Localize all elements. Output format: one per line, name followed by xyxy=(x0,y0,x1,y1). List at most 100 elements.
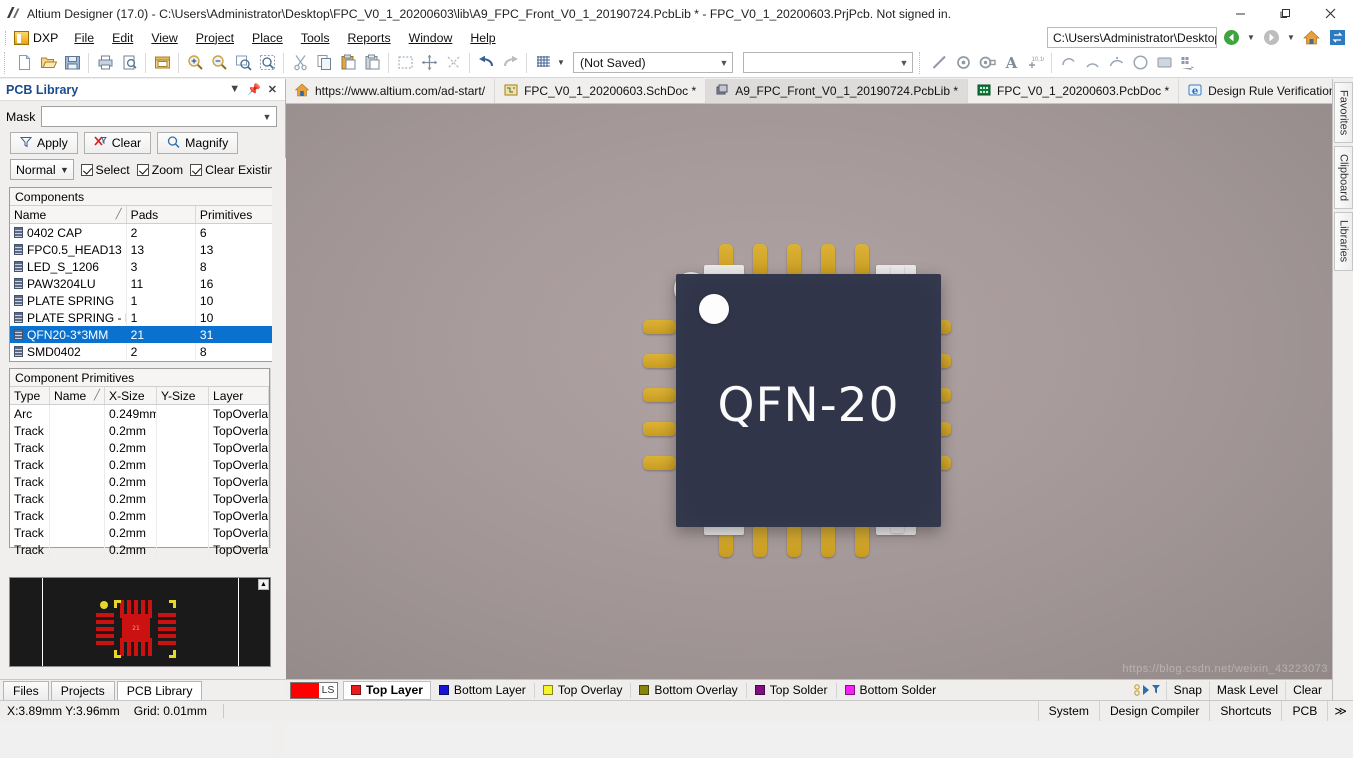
component-row[interactable]: LED_S_1206 3 8 xyxy=(10,258,275,275)
refresh-button[interactable] xyxy=(1325,26,1349,50)
menu-item-view[interactable]: View xyxy=(142,29,186,47)
second-combo-arrow[interactable]: ▼ xyxy=(896,58,912,68)
dock-tab-favorites[interactable]: Favorites xyxy=(1334,82,1353,144)
zoom-out-icon[interactable] xyxy=(207,51,231,75)
paste-special-icon[interactable] xyxy=(360,51,384,75)
mask-input[interactable]: ▼ xyxy=(41,106,277,127)
primitive-row[interactable]: Track 0.2mm TopOverla xyxy=(10,507,269,524)
apply-button[interactable]: Apply xyxy=(10,132,78,154)
doctab-pcblib[interactable]: A9_FPC_Front_V0_1_20190724.PcbLib * xyxy=(706,79,969,103)
place-fill-icon[interactable] xyxy=(1152,51,1176,75)
checkbox-clear-existing[interactable]: Clear Existing xyxy=(190,163,281,177)
pin-bottom-2[interactable] xyxy=(753,524,767,557)
layer-tab-top-solder[interactable]: Top Solder xyxy=(747,681,836,700)
component-row[interactable]: PAW3204LU 11 16 xyxy=(10,275,275,292)
pin-left-3[interactable] xyxy=(643,388,676,402)
panel-pin-icon[interactable]: 📌 xyxy=(247,83,261,96)
panel-close-icon[interactable]: ✕ xyxy=(268,83,277,96)
dock-tab-clipboard[interactable]: Clipboard xyxy=(1334,146,1353,210)
variant-combo[interactable]: (Not Saved) ▼ xyxy=(573,52,733,73)
primitive-row[interactable]: Track 0.2mm TopOverla xyxy=(10,422,269,439)
place-arc-any-icon[interactable] xyxy=(1104,51,1128,75)
maximize-button[interactable] xyxy=(1263,0,1308,27)
status-overflow-icon[interactable]: ≫ xyxy=(1327,701,1353,721)
place-arc-edge-icon[interactable] xyxy=(1080,51,1104,75)
open-document-icon[interactable] xyxy=(36,51,60,75)
select-area-icon[interactable] xyxy=(393,51,417,75)
checkbox-clear-existing-box[interactable] xyxy=(190,163,203,176)
primitive-row[interactable]: Track 0.2mm TopOverla xyxy=(10,524,269,541)
checkbox-zoom[interactable]: Zoom xyxy=(136,163,183,177)
new-document-icon[interactable] xyxy=(12,51,36,75)
mode-select[interactable]: Normal ▼ xyxy=(10,159,74,180)
place-arc-center-icon[interactable] xyxy=(1056,51,1080,75)
toolbar-drag-handle-1[interactable] xyxy=(4,51,10,74)
variant-combo-arrow[interactable]: ▼ xyxy=(716,58,732,68)
cut-icon[interactable] xyxy=(288,51,312,75)
second-combo[interactable]: ▼ xyxy=(743,52,913,73)
toolbar-drag-handle-2[interactable] xyxy=(919,51,925,74)
clear-button[interactable]: Clear xyxy=(83,132,152,154)
doctab-drc-report[interactable]: e Design Rule Verification Report xyxy=(1179,79,1353,103)
print-icon[interactable] xyxy=(93,51,117,75)
status-button-shortcuts[interactable]: Shortcuts xyxy=(1209,701,1281,721)
primitives-header-layer[interactable]: Layer xyxy=(209,387,269,404)
component-row[interactable]: PLATE SPRING - DU110 xyxy=(10,309,275,326)
grid-icon[interactable] xyxy=(531,51,555,75)
save-document-icon[interactable] xyxy=(60,51,84,75)
place-string-icon[interactable]: A xyxy=(999,51,1023,75)
checkbox-select-box[interactable] xyxy=(80,163,93,176)
pin-top-4[interactable] xyxy=(821,244,835,277)
pcb-canvas[interactable]: QFN-20 https://blog.csdn.net/weixin_4322… xyxy=(286,104,1332,679)
primitive-row[interactable]: Track 0.2mm TopOverla xyxy=(10,456,269,473)
layer-filter-icon[interactable] xyxy=(1128,683,1166,697)
menu-item-project[interactable]: Project xyxy=(187,29,243,47)
pin-left-4[interactable] xyxy=(643,422,676,436)
clear-mask-button[interactable]: Clear xyxy=(1285,680,1329,700)
doctab-ad-start[interactable]: https://www.altium.com/ad-start/ xyxy=(286,79,496,103)
menu-drag-handle[interactable] xyxy=(3,29,10,47)
primitives-header-xsize[interactable]: X-Size xyxy=(105,387,157,404)
place-coordinate-icon[interactable]: 10,10 xyxy=(1023,51,1047,75)
mask-level-button[interactable]: Mask Level xyxy=(1208,680,1285,700)
layer-tab-bottom-overlay[interactable]: Bottom Overlay xyxy=(631,681,745,700)
place-line-icon[interactable] xyxy=(927,51,951,75)
place-via-icon[interactable] xyxy=(975,51,999,75)
menu-item-file[interactable]: File xyxy=(65,29,103,47)
doctab-pcbdoc[interactable]: FPC_V0_1_20200603.PcbDoc * xyxy=(968,79,1180,103)
dock-tab-libraries[interactable]: Libraries xyxy=(1334,212,1353,271)
component-row[interactable]: SMD0402 2 8 xyxy=(10,343,275,360)
copy-icon[interactable] xyxy=(312,51,336,75)
navigation-path-box[interactable]: C:\Users\Administrator\Desktop ▼ xyxy=(1047,27,1217,48)
menu-item-window[interactable]: Window xyxy=(400,29,462,47)
primitives-header-ysize[interactable]: Y-Size xyxy=(157,387,209,404)
menu-item-reports[interactable]: Reports xyxy=(339,29,400,47)
place-full-circle-icon[interactable] xyxy=(1128,51,1152,75)
menu-item-place[interactable]: Place xyxy=(243,29,292,47)
bottom-tab-projects[interactable]: Projects xyxy=(50,680,115,700)
menu-item-help[interactable]: Help xyxy=(461,29,504,47)
place-component-icon[interactable] xyxy=(1176,51,1200,75)
primitives-header-name[interactable]: Name ╱ xyxy=(50,387,105,404)
qfn20-component[interactable]: QFN-20 xyxy=(636,232,956,562)
home-button[interactable] xyxy=(1299,26,1323,50)
layer-tab-bottom-solder[interactable]: Bottom Solder xyxy=(837,681,945,700)
bottom-tab-pcb-library[interactable]: PCB Library xyxy=(116,680,203,700)
primitive-row[interactable]: Track 0.2mm TopOverla xyxy=(10,541,269,558)
back-button[interactable] xyxy=(1219,26,1243,50)
redo-icon[interactable] xyxy=(498,51,522,75)
status-button-system[interactable]: System xyxy=(1037,701,1099,721)
components-header-primitives[interactable]: Primitives xyxy=(196,206,275,223)
paste-icon[interactable] xyxy=(336,51,360,75)
primitive-row[interactable]: Track 0.2mm TopOverla xyxy=(10,490,269,507)
pin-top-3[interactable] xyxy=(787,244,801,277)
pin-top-2[interactable] xyxy=(753,244,767,277)
chip-body[interactable]: QFN-20 xyxy=(676,274,941,527)
component-preview[interactable]: 21 ▲ xyxy=(9,577,271,667)
pin-bottom-5[interactable] xyxy=(855,524,869,557)
place-pad-icon[interactable] xyxy=(951,51,975,75)
component-row[interactable]: FPC0.5_HEAD13 13 13 xyxy=(10,241,275,258)
pin-top-5[interactable] xyxy=(855,244,869,277)
component-row[interactable]: 0402 CAP 2 6 xyxy=(10,224,275,241)
pin-bottom-3[interactable] xyxy=(787,524,801,557)
